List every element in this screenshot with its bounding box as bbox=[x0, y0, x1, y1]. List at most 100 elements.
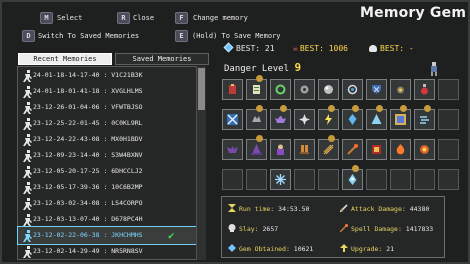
tome-icon bbox=[372, 145, 381, 154]
memory-row[interactable]: 23-12-09-23-14-40 : S3W4BXNV bbox=[18, 147, 198, 164]
change-memory-hint[interactable]: Change memory bbox=[193, 12, 248, 24]
item-slot-empty[interactable] bbox=[318, 169, 339, 190]
danger-level-label: Danger Level bbox=[224, 64, 290, 74]
memory-list-scrollbar[interactable] bbox=[196, 66, 206, 260]
memory-row[interactable]: 23-12-02-14-29-49 : NR5RN8SV bbox=[18, 243, 198, 260]
item-slot[interactable] bbox=[246, 135, 267, 160]
item-slot[interactable] bbox=[270, 79, 291, 100]
memory-row[interactable]: 23-12-05-20-17-25 : 6DHCCLJ2 bbox=[18, 163, 198, 180]
memory-row-label: 23-12-05-20-17-25 : 6DHCCLJ2 bbox=[33, 167, 143, 175]
spell-damage-value: 1417833 bbox=[405, 225, 434, 233]
item-slot[interactable] bbox=[390, 139, 411, 160]
switch-saved-hint[interactable]: Switch To Saved Memories bbox=[38, 30, 139, 42]
skull-icon bbox=[369, 45, 377, 52]
player-figure-icon bbox=[431, 62, 437, 76]
item-slot[interactable] bbox=[318, 135, 339, 160]
save-memory-hint[interactable]: (Hold) To Save Memory bbox=[192, 30, 281, 42]
memory-row[interactable]: 24-01-18-14-17-40 : V1C21B3K bbox=[18, 67, 198, 84]
item-slot[interactable] bbox=[414, 79, 435, 100]
item-slot-empty[interactable] bbox=[438, 109, 459, 130]
memory-row-selected[interactable]: 23-12-02-22-06-38 : JKHCHMHS ✔ bbox=[17, 226, 199, 245]
item-slot[interactable] bbox=[222, 139, 243, 160]
memory-row[interactable]: 23-12-05-17-39-36 : 10C6B2MP bbox=[18, 179, 198, 196]
fire-orb-icon bbox=[420, 145, 429, 154]
level-badge bbox=[256, 75, 263, 82]
memory-row-label: 23-12-09-23-14-40 : S3W4BXNV bbox=[33, 151, 143, 159]
danger-skull-icon: ☠ bbox=[293, 44, 298, 53]
spell-damage-stat: Spell Damage: 1417833 bbox=[340, 224, 433, 233]
item-slot[interactable] bbox=[318, 79, 339, 100]
wolf-icon bbox=[252, 116, 261, 122]
gem-icon bbox=[228, 244, 236, 252]
item-slot-empty[interactable] bbox=[438, 139, 459, 160]
item-slot-empty[interactable] bbox=[222, 169, 243, 190]
memory-row[interactable]: 24-01-18-01-41-18 : XVGLHLMS bbox=[18, 83, 198, 100]
memory-row[interactable]: 23-12-03-02-34-08 : LS4CORPO bbox=[18, 195, 198, 212]
scrollbar-thumb[interactable] bbox=[198, 68, 205, 110]
level-badge bbox=[280, 105, 287, 112]
item-slot[interactable] bbox=[318, 105, 339, 130]
item-slot[interactable] bbox=[366, 139, 387, 160]
item-slot-empty[interactable] bbox=[294, 169, 315, 190]
slay-stat: Slay: 2657 bbox=[228, 224, 278, 233]
memory-row-label: 23-12-24-22-43-08 : MX0H1BDV bbox=[33, 135, 143, 143]
memory-row-label: 24-01-18-01-41-18 : XVGLHLMS bbox=[33, 87, 143, 95]
memory-row[interactable]: 23-12-03-13-07-40 : D678PC4H bbox=[18, 211, 198, 228]
item-slot[interactable] bbox=[366, 105, 387, 130]
tab-saved-memories[interactable]: Saved Memories bbox=[115, 53, 209, 65]
item-slot[interactable] bbox=[342, 165, 363, 190]
key-r-badge: R bbox=[117, 12, 130, 24]
skull-icon bbox=[228, 224, 236, 232]
item-slot[interactable] bbox=[246, 105, 267, 130]
select-hint: Select bbox=[57, 14, 83, 22]
gems-obtained-value: 10621 bbox=[293, 245, 314, 253]
item-slot[interactable] bbox=[414, 139, 435, 160]
item-slot[interactable] bbox=[294, 109, 315, 130]
memory-row-label: 23-12-02-14-29-49 : NR5RN8SV bbox=[33, 247, 143, 255]
attack-damage-stat: Attack Damage: 44380 bbox=[340, 204, 429, 213]
runner-icon bbox=[23, 182, 32, 194]
item-slot-empty[interactable] bbox=[438, 79, 459, 100]
item-slot[interactable] bbox=[342, 139, 363, 160]
item-slot[interactable] bbox=[294, 79, 315, 100]
item-slot[interactable] bbox=[294, 139, 315, 160]
memory-row-label: 23-12-02-22-06-38 : JKHCHMHS bbox=[33, 231, 143, 239]
scroll-icon bbox=[253, 85, 260, 94]
best-danger: ☠ BEST: 1006 bbox=[293, 44, 348, 53]
item-slot-empty[interactable] bbox=[246, 169, 267, 190]
run-time-stat: Run time: 34:53.50 bbox=[228, 204, 309, 213]
memory-row[interactable]: 23-12-26-01-04-06 : VFWTBJSO bbox=[18, 99, 198, 116]
runner-icon bbox=[23, 246, 32, 258]
close-hint[interactable]: Close bbox=[133, 12, 154, 24]
item-slot[interactable] bbox=[342, 79, 363, 100]
item-slot-empty[interactable] bbox=[390, 169, 411, 190]
item-slot[interactable] bbox=[222, 79, 243, 100]
item-slot-empty[interactable] bbox=[438, 169, 459, 190]
item-slot-empty[interactable] bbox=[366, 169, 387, 190]
item-slot[interactable] bbox=[342, 105, 363, 130]
item-slot[interactable] bbox=[390, 79, 411, 100]
item-slot-empty[interactable] bbox=[414, 169, 435, 190]
tab-recent-memories[interactable]: Recent Memories bbox=[18, 53, 112, 65]
memory-row-label: 23-12-25-22-01-45 : 0C0KL9RL bbox=[33, 119, 143, 127]
checkmark-icon: ✔ bbox=[168, 229, 175, 242]
item-slot[interactable] bbox=[270, 105, 291, 130]
item-slot[interactable] bbox=[414, 105, 435, 130]
item-slot[interactable] bbox=[222, 109, 243, 130]
shuriken-icon bbox=[299, 114, 310, 125]
item-slot[interactable] bbox=[390, 105, 411, 130]
level-badge bbox=[400, 105, 407, 112]
item-slot[interactable] bbox=[270, 139, 291, 160]
item-slot[interactable] bbox=[246, 75, 267, 100]
memory-row[interactable]: 23-12-25-22-01-45 : 0C0KL9RL bbox=[18, 115, 198, 132]
item-slot[interactable] bbox=[270, 169, 291, 190]
memory-row[interactable]: 23-12-24-22-43-08 : MX0H1BDV bbox=[18, 131, 198, 148]
snowflake-icon bbox=[275, 174, 286, 185]
best-gems: BEST: 21 bbox=[223, 42, 275, 53]
runner-icon bbox=[23, 166, 32, 178]
best-gems-value: BEST: 21 bbox=[236, 44, 275, 53]
level-badge bbox=[376, 105, 383, 112]
run-time-label: Run time: bbox=[239, 205, 275, 213]
item-slot[interactable] bbox=[366, 79, 387, 100]
mage-icon bbox=[277, 144, 284, 155]
